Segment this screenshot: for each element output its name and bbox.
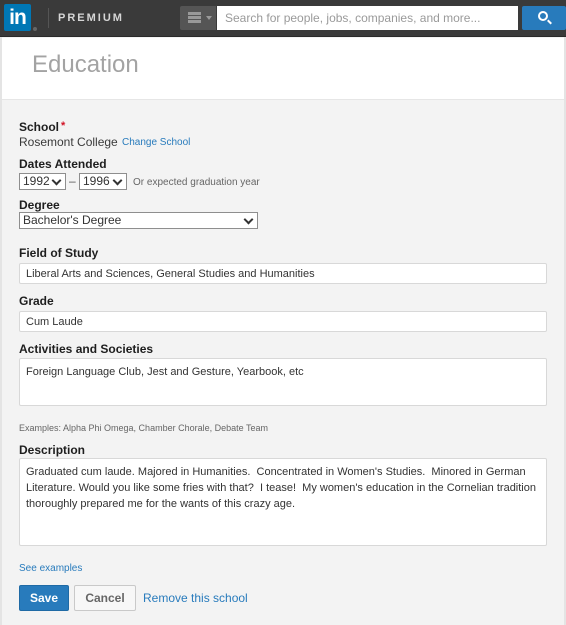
dates-attended-label: Dates Attended [19,157,107,171]
required-mark: * [61,120,66,132]
section-header: Education [2,38,564,100]
school-name: Rosemont College [19,135,118,149]
end-year-select[interactable]: 1996 [79,173,127,190]
see-examples-link[interactable]: See examples [19,563,82,574]
chevron-down-icon [112,175,123,186]
field-of-study-input[interactable] [19,263,547,284]
nav-divider [48,8,49,28]
degree-label: Degree [19,198,60,212]
caret-down-icon [206,16,212,20]
degree-value: Bachelor's Degree [23,213,122,227]
linkedin-logo[interactable]: in [4,4,31,31]
top-nav-bar: in PREMIUM [0,0,566,37]
page-title: Education [32,51,139,78]
search-category-dropdown[interactable] [180,6,216,30]
description-label: Description [19,443,86,457]
search-input[interactable] [217,6,518,30]
frame-border-left [0,37,2,625]
grade-label: Grade [19,294,54,308]
save-button[interactable]: Save [19,585,69,611]
cancel-button[interactable]: Cancel [74,585,136,611]
start-year-value: 1992 [23,174,50,188]
activities-examples-hint: Examples: Alpha Phi Omega, Chamber Chora… [19,423,268,433]
change-school-link[interactable]: Change School [122,137,190,148]
activities-label: Activities and Societies [19,342,154,356]
activities-textarea[interactable]: Foreign Language Club, Jest and Gesture,… [19,358,547,406]
search-icon [538,11,548,21]
logo-dot [33,27,37,31]
field-of-study-label: Field of Study [19,246,99,260]
description-textarea[interactable]: Graduated cum laude. Majored in Humaniti… [19,458,547,546]
remove-school-link[interactable]: Remove this school [143,591,248,605]
degree-select[interactable]: Bachelor's Degree [19,212,258,229]
school-label-text: School [19,120,60,134]
search-button[interactable] [522,6,566,30]
graduation-year-hint: Or expected graduation year [133,177,260,188]
date-separator: – [69,174,76,188]
premium-label[interactable]: PREMIUM [58,12,124,24]
start-year-select[interactable]: 1992 [19,173,66,190]
hamburger-icon [188,12,201,23]
chevron-down-icon [51,175,62,186]
end-year-value: 1996 [83,174,110,188]
chevron-down-icon [243,214,254,225]
school-label: School * [19,120,65,134]
grade-input[interactable] [19,311,547,332]
